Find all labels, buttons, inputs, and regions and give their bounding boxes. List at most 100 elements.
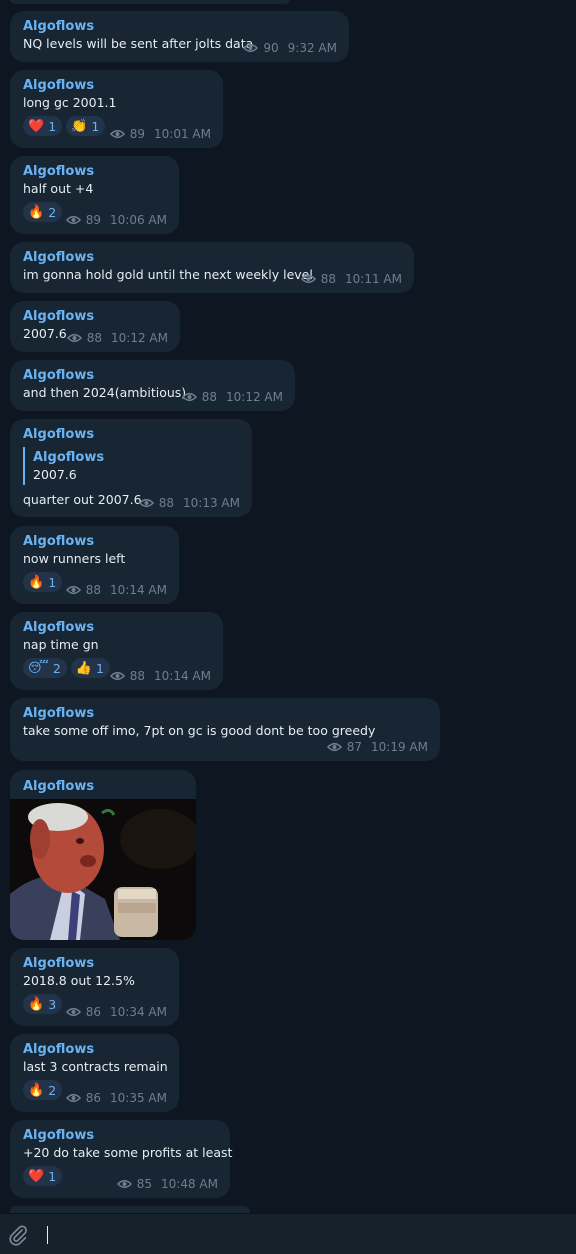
reaction-count: 2 [52,660,61,676]
paperclip-icon[interactable] [8,1224,28,1246]
message-sender[interactable]: Algoflows [23,426,239,443]
message-sender[interactable]: Algoflows [23,778,183,795]
fire-icon: 🔥 [28,204,45,220]
message-text: take some off imo, 7pt on gc is good don… [23,723,376,738]
views-eye-icon [65,215,81,225]
message-bubble[interactable]: Algoflows 2007.6 88 10:12 AM [10,301,180,352]
view-count: 88 [320,272,337,286]
message-bubble[interactable]: Algoflows now runners left 🔥 1 88 10:14 A… [10,526,179,604]
message-time: 10:11 AM [345,272,402,286]
views-eye-icon [300,274,316,284]
message-bubble[interactable]: Algoflows 2018.8 out 12.5% 🔥 3 86 10:34 A… [10,948,179,1026]
reaction-count: 1 [48,118,57,134]
photo-gif[interactable] [10,799,196,940]
message-time: 10:12 AM [226,390,283,404]
message-sender[interactable]: Algoflows [23,1041,166,1058]
message-composer [0,1213,576,1254]
message-bubble[interactable]: Algoflows [10,770,196,940]
message-sender[interactable]: Algoflows [23,308,167,325]
message-bubble[interactable]: Algoflows NQ levels will be sent after j… [10,11,349,62]
views-eye-icon [65,1007,81,1017]
view-count: 88 [85,583,102,597]
reaction-count: 1 [96,660,104,676]
message-sender[interactable]: Algoflows [23,77,210,94]
views-eye-icon [109,671,125,681]
message-meta: 87 10:19 AM [326,740,428,754]
views-eye-icon [109,129,125,139]
message-feed[interactable]: Algoflows NQ levels will be sent after j… [0,0,576,1213]
message-bubble[interactable]: Algoflows +20 do take some profits at le… [10,1120,233,1198]
views-eye-icon [65,1093,81,1103]
message-bubble[interactable]: Algoflows last 3 contracts remain 🔥 2 86 … [10,1034,179,1112]
message-bubble-partial [10,1206,250,1213]
view-count: 89 [129,127,146,141]
views-eye-icon [326,742,342,752]
message-time: 10:34 AM [110,1005,167,1019]
clap-icon: 👏 [71,118,88,134]
reaction-fire[interactable]: 🔥 1 [23,572,63,592]
view-count: 88 [158,496,175,510]
message-text: +20 do take some profits at least [23,1145,233,1160]
message-bubble[interactable]: Algoflows and then 2024(ambitious) 88 10… [10,360,295,411]
reaction-heart[interactable]: ❤️ 1 [23,116,63,136]
photo-image [10,799,196,940]
reaction-fire[interactable]: 🔥 2 [23,1080,63,1100]
message-sender[interactable]: Algoflows [23,367,282,384]
reaction-fire[interactable]: 🔥 3 [23,994,63,1014]
reaction-count: 2 [48,204,57,220]
message-meta: 86 10:34 AM [65,1005,167,1019]
message-sender[interactable]: Algoflows [23,1127,217,1144]
message-meta: 88 10:12 AM [181,390,283,404]
message-sender[interactable]: Algoflows [23,249,401,266]
reaction-sleeping[interactable]: 😴 2 [23,658,67,678]
message-meta: 88 10:13 AM [138,496,240,510]
message-text: nap time gn [23,637,99,652]
message-sender[interactable]: Algoflows [23,533,166,550]
views-eye-icon [66,333,82,343]
message-sender[interactable]: Algoflows [23,705,427,722]
view-count: 87 [346,740,363,754]
thumbs-up-icon: 👍 [75,660,92,676]
message-meta: 90 9:32 AM [243,41,337,55]
fire-icon: 🔥 [28,1082,45,1098]
reply-quote[interactable]: Algoflows 2007.6 [23,447,239,485]
message-meta: 89 10:01 AM [109,127,211,141]
message-sender[interactable]: Algoflows [23,18,336,35]
reply-quote-sender: Algoflows [33,450,105,465]
reaction-count: 1 [48,1168,57,1184]
fire-icon: 🔥 [28,996,45,1012]
message-meta: 88 10:11 AM [300,272,402,286]
message-time: 10:14 AM [110,583,167,597]
reaction-fire[interactable]: 🔥 2 [23,202,63,222]
reaction-heart[interactable]: ❤️ 1 [23,1166,63,1186]
heart-icon: ❤️ [28,118,45,134]
message-bubble[interactable]: Algoflows Algoflows 2007.6 quarter out 2… [10,419,252,517]
message-input[interactable] [47,1226,48,1244]
message-text: half out +4 [23,181,94,196]
message-sender[interactable]: Algoflows [23,163,166,180]
reaction-thumbs-up[interactable]: 👍 1 [70,658,110,678]
reply-quote-text: 2007.6 [33,467,77,482]
message-bubble[interactable]: Algoflows take some off imo, 7pt on gc i… [10,698,440,761]
reaction-clap[interactable]: 👏 1 [66,116,106,136]
message-bubble[interactable]: Algoflows nap time gn 😴 2 👍 1 88 10:14 AM [10,612,223,690]
message-meta: 89 10:06 AM [65,213,167,227]
message-sender[interactable]: Algoflows [23,619,210,636]
view-count: 85 [136,1177,153,1191]
message-time: 10:12 AM [111,331,168,345]
message-meta: 88 10:14 AM [109,669,211,683]
views-eye-icon [65,585,81,595]
message-bubble[interactable]: Algoflows half out +4 🔥 2 89 10:06 AM [10,156,179,234]
message-meta: 88 10:14 AM [65,583,167,597]
message-text: now runners left [23,551,126,566]
fire-icon: 🔥 [28,574,45,590]
view-count: 86 [85,1005,102,1019]
message-bubble[interactable]: Algoflows im gonna hold gold until the n… [10,242,414,293]
message-text: long gc 2001.1 [23,95,117,110]
message-bubble[interactable]: Algoflows long gc 2001.1 ❤️ 1 👏 1 89 10:01… [10,70,223,148]
message-sender[interactable]: Algoflows [23,955,166,972]
views-eye-icon [138,498,154,508]
view-count: 88 [201,390,218,404]
view-count: 88 [86,331,103,345]
message-time: 9:32 AM [287,41,337,55]
